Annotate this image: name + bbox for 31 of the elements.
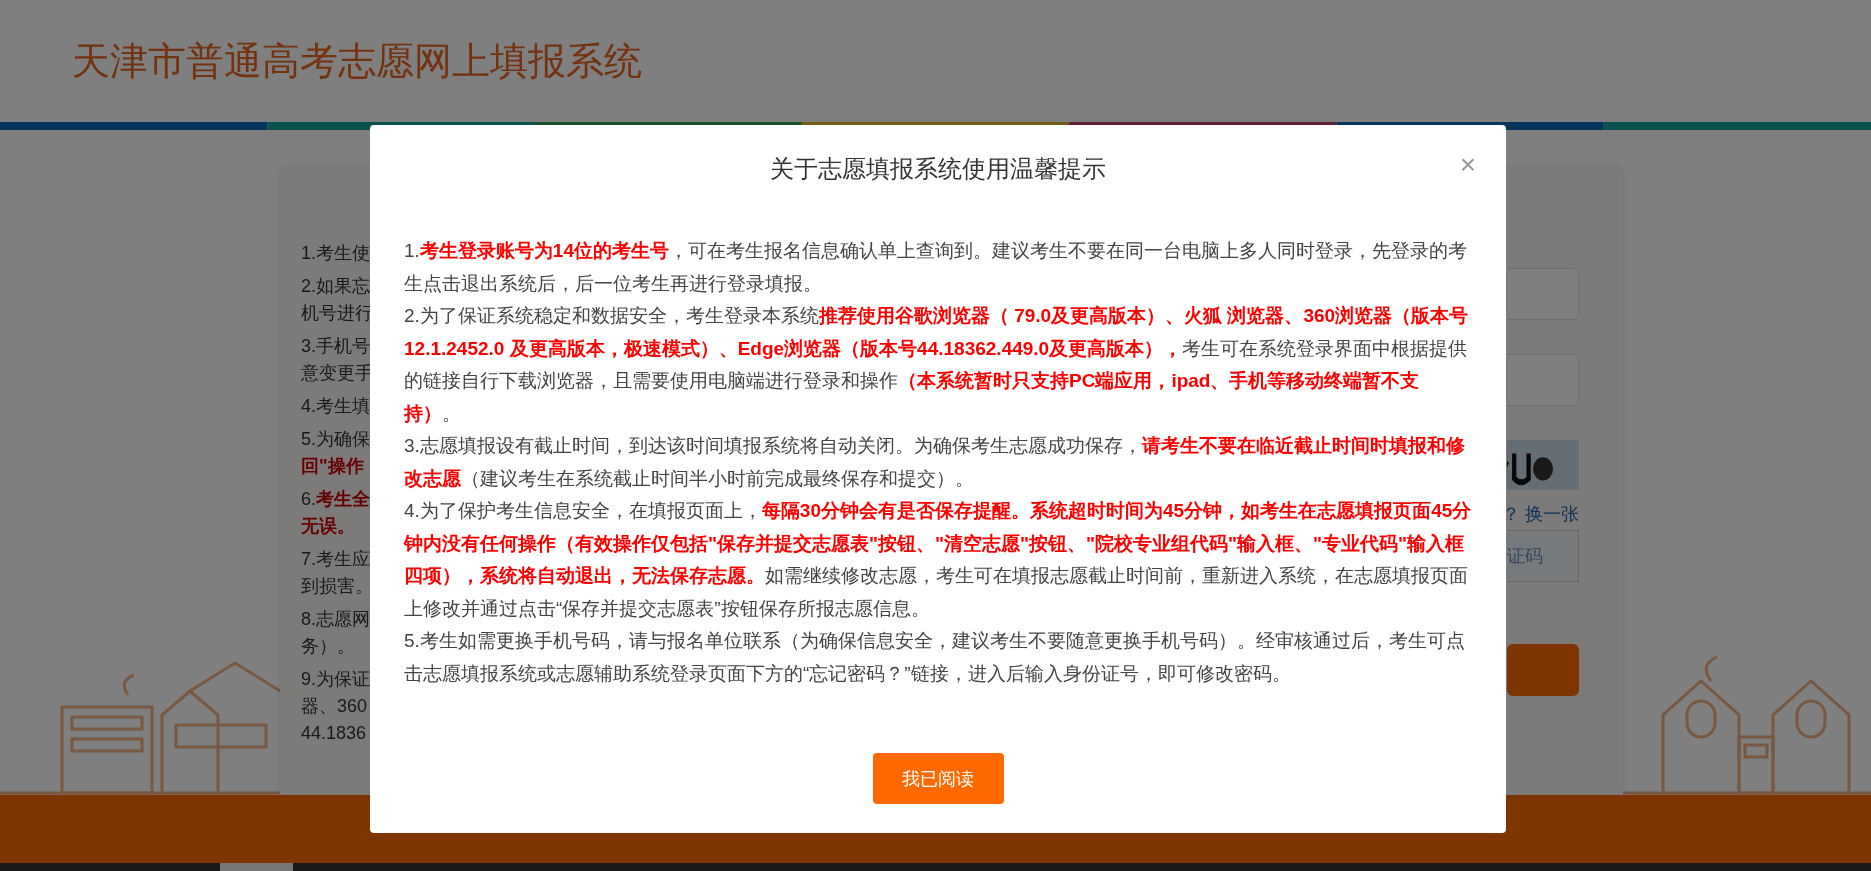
notice-text: 务）。 bbox=[301, 635, 355, 658]
input-field[interactable] bbox=[1507, 354, 1579, 406]
confirm-button[interactable]: 我已阅读 bbox=[872, 753, 1004, 804]
notice-text: 8.志愿网 bbox=[301, 608, 370, 631]
notice-text: 6.考生全 bbox=[301, 488, 370, 511]
refresh-captcha-link[interactable]: ？ 换一张 bbox=[1502, 500, 1579, 528]
notice-paragraph: 1.考生登录账号为14位的考生号，可在考生报名信息确认单上查询到。建议考生不要在同一台电脑上多人同时登录，先登录的考生点击退出系统后，后一位考生再进行登录填报。 bbox=[404, 239, 1468, 296]
notice-paragraph: 3.志愿填报设有截止时间，到达该时间填报系统将自动关闭。为确保考生志愿成功保存，请考生不要在临近截止时间时填报和修改志愿（建议考生在系统截止时间半小时前完成最终保存和提交）。 bbox=[404, 434, 1466, 491]
notice-text: 5.为确保 bbox=[301, 428, 370, 451]
captcha-input[interactable]: 证码 bbox=[1507, 530, 1579, 582]
close-button[interactable]: × bbox=[1455, 151, 1480, 179]
notice-text: 2.如果忘 bbox=[301, 275, 370, 298]
notice-text: 回"操作 bbox=[301, 455, 364, 478]
login-button[interactable] bbox=[1507, 644, 1579, 696]
notice-text: 意变更手 bbox=[301, 362, 373, 385]
notice-paragraph: 4.为了保护考生信息安全，在填报页面上，每隔30分钟会有是否保存提醒。系统超时时间为45分钟，如考生在志愿填报页面45分钟内没有任何操作（有效操作仅包括"保存并提交志愿表"按钮、"清空志愿"按钮、"院校专业组代码"输入框、"专业代码"输入框四项），系统将自动退出，无法保存志愿。如需继续修改志愿，考生可在填报志愿截止时间前，重新进入系统，在志愿填报页面上修改并通过点击“保存并提交志愿表”按钮保存所报志愿信息。 bbox=[404, 499, 1473, 621]
notice-text: 1.考生使 bbox=[301, 242, 370, 265]
notice-paragraph: 5.考生如需更换手机号码，请与报名单位联系（为确保信息安全，建议考生不要随意更换手机号码）。经审核通过后，考生可点击志愿填报系统或志愿辅助系统登录页面下方的“忘记密码？”链接，进入后输入身份证号，即可修改密码。 bbox=[404, 629, 1466, 686]
site-title: 天津市普通高考志愿网上填报系统 bbox=[72, 38, 642, 84]
notice-text: 器、360 bbox=[301, 695, 368, 718]
input-field[interactable] bbox=[1507, 268, 1579, 320]
notice-text: 3.手机号 bbox=[301, 335, 370, 358]
notice-text: 到损害。 bbox=[301, 575, 373, 598]
notice-paragraph: 2.为了保证系统稳定和数据安全，考生登录本系统推荐使用谷歌浏览器（ 79.0及更高版本）、火狐 浏览器、360浏览器（版本号12.1.2452.0 及更高版本，极速模式）、Edge浏览器（版本号44.18362.449.0及更高版本），考生可在系统登录界面中根据提供的链接自行下载浏览器，且需要使用电脑端进行登录和操作（本系统暂时只支持PC端应用，ipad、手机等移动终端暂不支持）。 bbox=[404, 304, 1470, 426]
notice-text: 44.1836 bbox=[301, 722, 367, 745]
notice-text: 机号进行 bbox=[301, 302, 373, 325]
notice-text: 7.考生应 bbox=[301, 548, 370, 571]
notice-text: 9.为保证 bbox=[301, 668, 370, 691]
dialog-title: 关于志愿填报系统使用温馨提示 bbox=[770, 154, 1106, 184]
notice-text: 4.考生填 bbox=[301, 395, 370, 418]
notice-text: 无误。 bbox=[301, 515, 355, 538]
